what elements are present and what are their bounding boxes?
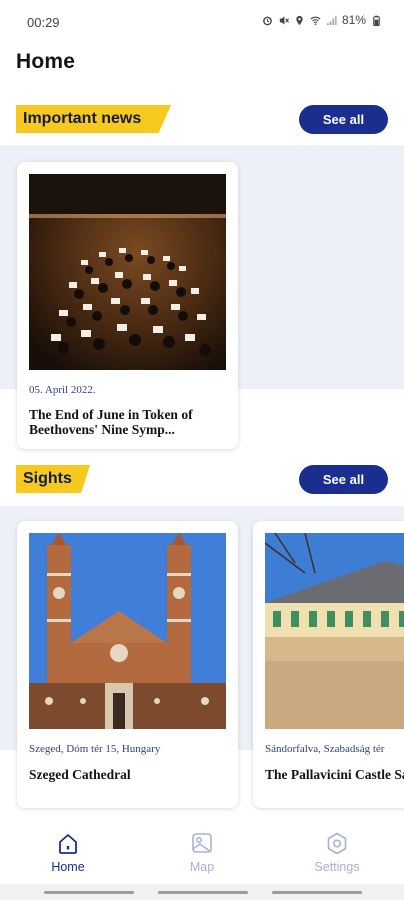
settings-icon — [327, 832, 347, 855]
sight-card[interactable]: Sándorfalva, Szabadság tér The Pallavici… — [253, 521, 404, 808]
battery-level: 81% — [341, 13, 366, 27]
castle-image — [265, 533, 404, 729]
news-see-all-button[interactable]: See all — [299, 105, 388, 134]
status-icons: 81% — [262, 13, 382, 27]
nav-map[interactable]: Map — [147, 832, 257, 874]
gesture-handle — [272, 891, 362, 894]
nav-map-label: Map — [189, 860, 215, 874]
sight-location: Szeged, Dóm tér 15, Hungary — [29, 743, 161, 755]
cathedral-image — [29, 533, 226, 729]
news-card[interactable]: 05. April 2022. The End of June in Token… — [17, 162, 238, 449]
section-label-important-news: Important news — [16, 105, 171, 133]
page-title: Home — [16, 50, 76, 73]
sight-location: Sándorfalva, Szabadság tér — [265, 743, 385, 755]
news-date: 05. April 2022. — [29, 384, 96, 396]
orchestra-image — [29, 174, 226, 370]
battery-icon — [373, 15, 380, 26]
mute-icon — [279, 15, 289, 25]
bottom-nav: Home Map Settings — [0, 822, 404, 884]
gesture-handle — [44, 891, 134, 894]
map-icon — [192, 833, 212, 853]
gesture-handle — [158, 891, 248, 894]
sights-see-all-button[interactable]: See all — [299, 465, 388, 494]
wifi-icon — [310, 16, 321, 25]
nav-settings[interactable]: Settings — [282, 832, 392, 874]
status-bar: 00:29 81% — [0, 0, 404, 44]
location-icon — [296, 15, 303, 25]
sight-title: Szeged Cathedral — [29, 767, 131, 782]
nav-home[interactable]: Home — [13, 832, 123, 874]
home-icon — [59, 834, 77, 854]
signal-icon — [326, 15, 337, 25]
sight-card[interactable]: Szeged, Dóm tér 15, Hungary Szeged Cathe… — [17, 521, 238, 808]
section-label-sights: Sights — [16, 465, 90, 493]
nav-home-label: Home — [51, 860, 85, 874]
sight-title: The Pallavicini Castle Sándorfalva — [265, 767, 404, 782]
status-time: 00:29 — [27, 15, 60, 30]
system-gesture-bar — [0, 884, 404, 900]
nav-settings-label: Settings — [314, 860, 360, 874]
news-title: The End of June in Token of Beethovens' … — [29, 407, 193, 437]
alarm-icon — [263, 16, 272, 25]
